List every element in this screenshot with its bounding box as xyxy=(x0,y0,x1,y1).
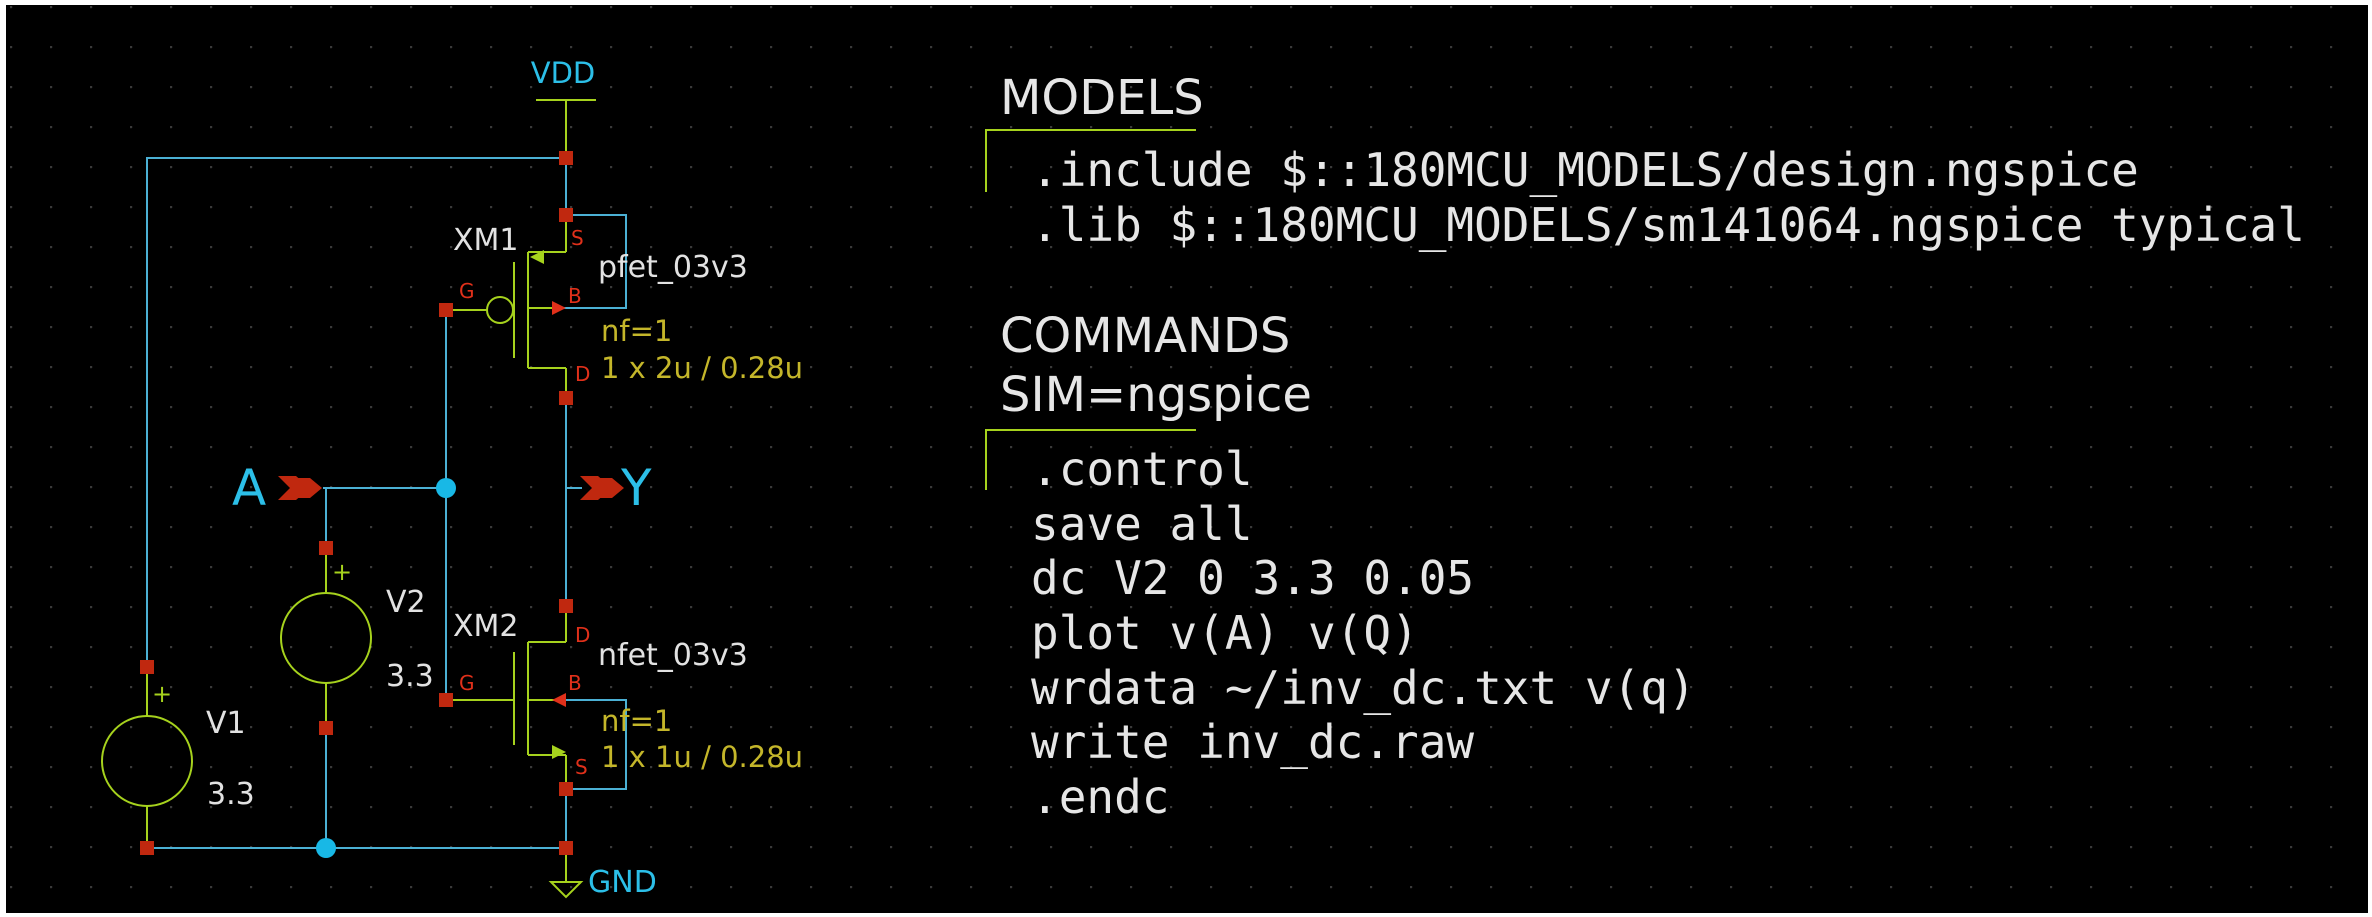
commands-line-3: dc V2 0 3.3 0.05 xyxy=(1031,551,1474,605)
nmos-pin-s: S xyxy=(575,755,588,779)
v2-name: V2 xyxy=(386,585,426,620)
models-line-2: .lib $::180MCU_MODELS/sm141064.ngspice t… xyxy=(1031,198,2305,252)
junction-gnd xyxy=(316,838,336,858)
schematic-canvas[interactable]: VDD GND XM1 pfet_03v3 nf=1 1 x 2u / 0.28… xyxy=(0,0,2372,917)
commands-line-7: .endc xyxy=(1031,770,1169,824)
nmos-instance-label: XM2 xyxy=(453,609,519,644)
v1-plus: + xyxy=(152,680,172,708)
vdd-label: VDD xyxy=(531,56,596,90)
commands-line-4: plot v(A) v(Q) xyxy=(1031,606,1419,660)
v1-value: 3.3 xyxy=(207,777,255,812)
pmos-instance-label: XM1 xyxy=(453,223,519,258)
pmos-pin-s: S xyxy=(571,226,584,250)
v2-plus: + xyxy=(332,558,352,586)
nmos-pin-g: G xyxy=(459,671,475,695)
nmos-pin-d: D xyxy=(575,623,590,647)
gnd-label: GND xyxy=(588,865,657,900)
v1-name: V1 xyxy=(206,706,246,741)
pmos-pin-d: D xyxy=(575,362,590,386)
models-title: MODELS xyxy=(1000,70,1204,126)
pmos-nf-label: nf=1 xyxy=(601,314,672,348)
commands-line-5: wrdata ~/inv_dc.txt v(q) xyxy=(1031,661,1696,715)
commands-title: COMMANDS xyxy=(1000,308,1290,364)
commands-line-2: save all xyxy=(1031,497,1253,551)
nmos-size-label: 1 x 1u / 0.28u xyxy=(601,740,803,774)
pmos-pin-g: G xyxy=(459,279,475,303)
commands-line-6: write inv_dc.raw xyxy=(1031,715,1474,769)
v2-value: 3.3 xyxy=(386,659,434,694)
input-port-label: A xyxy=(232,459,266,517)
nmos-nf-label: nf=1 xyxy=(601,704,672,738)
pmos-model-label: pfet_03v3 xyxy=(598,250,748,285)
output-port-label: Y xyxy=(620,459,652,517)
nmos-pin-b: B xyxy=(568,671,582,695)
models-line-1: .include $::180MCU_MODELS/design.ngspice xyxy=(1031,143,2139,197)
nmos-model-label: nfet_03v3 xyxy=(598,638,748,673)
pmos-pin-b: B xyxy=(568,284,582,308)
junction-input xyxy=(436,478,456,498)
pmos-size-label: 1 x 2u / 0.28u xyxy=(601,351,803,385)
commands-sim: SIM=ngspice xyxy=(1000,367,1312,423)
commands-line-1: .control xyxy=(1031,442,1253,496)
